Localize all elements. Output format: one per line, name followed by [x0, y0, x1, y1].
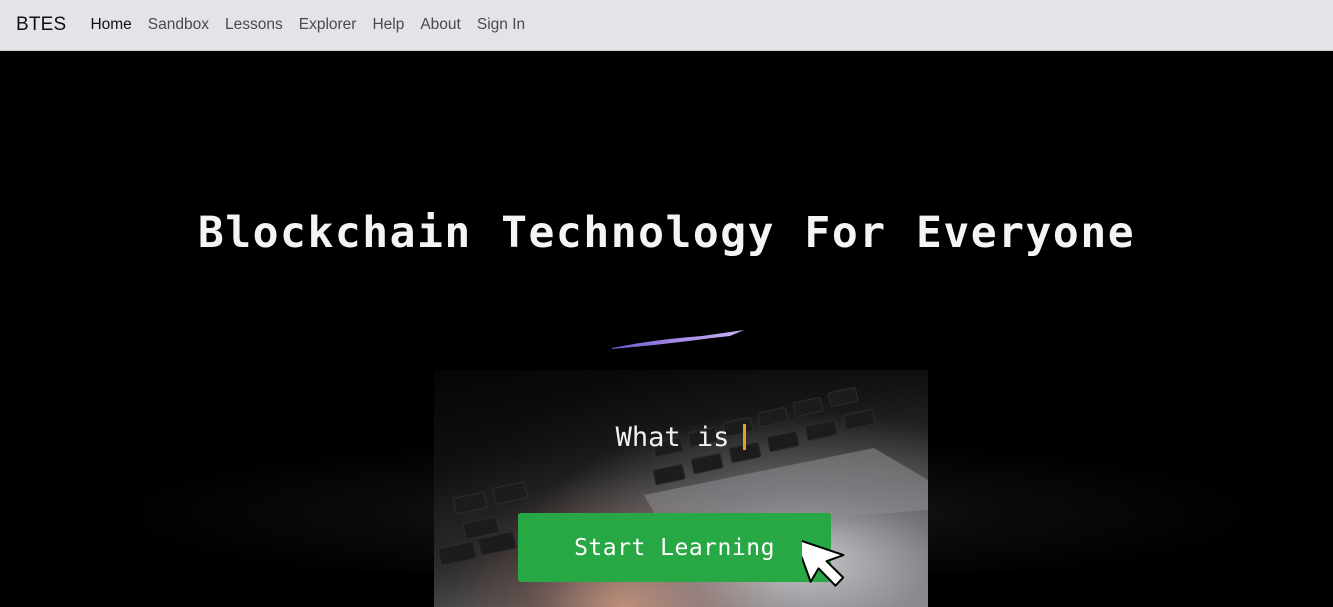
typing-text: What is — [434, 422, 928, 453]
brand-logo-link[interactable]: BTES — [16, 14, 66, 36]
nav-link-sign-in[interactable]: Sign In — [477, 16, 525, 33]
text-cursor-caret — [743, 424, 747, 450]
nav-link-help[interactable]: Help — [372, 16, 404, 33]
nav-link-explorer[interactable]: Explorer — [299, 16, 357, 33]
mouse-pointer-icon — [802, 537, 845, 587]
typing-text-value: What is — [615, 422, 730, 453]
nav-link-sandbox[interactable]: Sandbox — [148, 16, 209, 33]
nav-link-home[interactable]: Home — [90, 16, 131, 33]
nav-link-lessons[interactable]: Lessons — [225, 16, 283, 33]
accent-stroke-icon — [612, 330, 744, 349]
nav-links: Home Sandbox Lessons Explorer Help About… — [90, 16, 541, 34]
start-learning-button[interactable]: Start Learning — [518, 513, 831, 582]
hero-title: Blockchain Technology For Everyone — [197, 208, 1136, 258]
top-navbar: BTES Home Sandbox Lessons Explorer Help … — [0, 0, 1333, 51]
nav-link-about[interactable]: About — [420, 16, 461, 33]
hero-section: Blockchain Technology For Everyone What … — [0, 52, 1333, 607]
laptop-background-image: What is Start Learning — [434, 370, 928, 607]
